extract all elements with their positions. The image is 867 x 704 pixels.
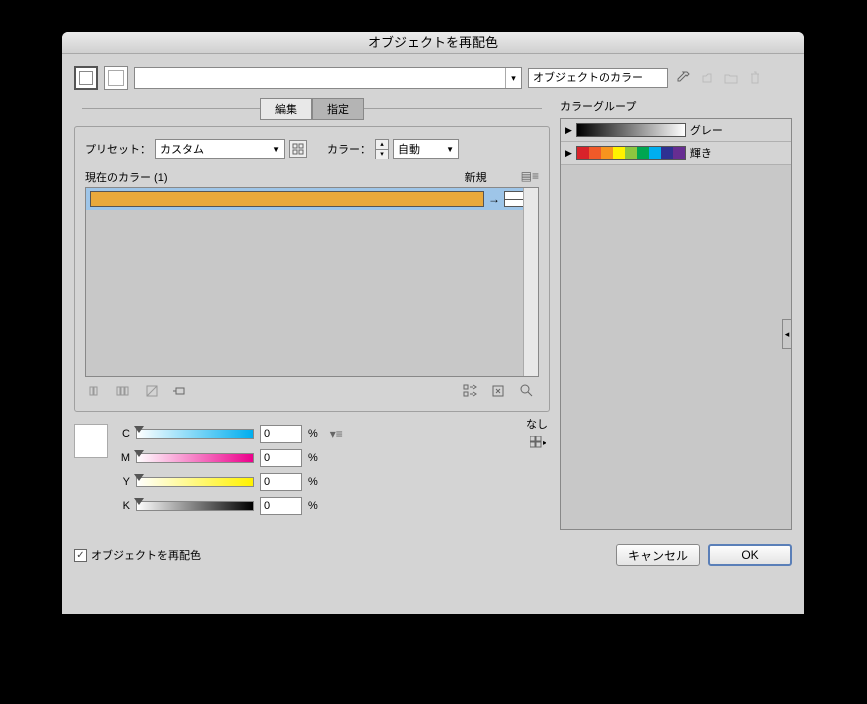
current-color-bar[interactable] (90, 191, 484, 207)
save-group-icon (698, 69, 716, 87)
none-label: なし (510, 416, 550, 432)
chevron-down-icon: ▼ (442, 145, 454, 154)
triangle-icon: ▶ (565, 148, 572, 159)
secondary-swatch[interactable] (104, 66, 128, 90)
colors-label: カラー： (327, 141, 371, 157)
svg-text:▸: ▸ (543, 438, 546, 447)
color-mode-icon[interactable]: ▸ (528, 434, 548, 450)
c-slider[interactable] (136, 429, 254, 439)
color-count-stepper[interactable]: ▴▾ (375, 139, 389, 159)
preset-label: プリセット： (85, 141, 151, 157)
color-count-select[interactable]: 自動▼ (393, 139, 459, 159)
k-label: K (116, 500, 130, 512)
c-label: C (116, 428, 130, 440)
object-colors-label: オブジェクトのカラー (528, 68, 668, 88)
scrollbar[interactable] (523, 188, 538, 376)
exclude-icon[interactable] (143, 383, 163, 399)
recolor-checkbox-label: オブジェクトを再配色 (91, 547, 201, 563)
c-input[interactable] (260, 425, 302, 443)
assign-panel: プリセット： カスタム▼ カラー： ▴▾ 自動▼ (74, 126, 550, 412)
arrow-icon: → (488, 192, 500, 206)
group-name: 輝き (690, 145, 712, 161)
tab-edit[interactable]: 編集 (260, 98, 312, 120)
color-group-row[interactable]: ▶ 輝き (561, 142, 791, 165)
find-color-icon[interactable] (517, 383, 537, 399)
recolor-artwork-dialog: オブジェクトを再配色 ▾ オブジェクトのカラー (62, 32, 804, 614)
current-colors-label: 現在のカラー (1) (85, 169, 168, 185)
new-label: 新規 (465, 169, 487, 185)
color-mapping-list: → (85, 187, 539, 377)
color-group-row[interactable]: ▶ グレー (561, 119, 791, 142)
active-color-swatch[interactable] (74, 66, 98, 90)
chevron-down-icon: ▼ (268, 145, 280, 154)
gray-gradient-swatch (576, 123, 686, 137)
group-name: グレー (690, 122, 723, 138)
chevron-down-icon: ▾ (505, 68, 521, 88)
slider-menu-icon[interactable]: ▾≡ (330, 427, 343, 441)
color-row[interactable]: → (86, 188, 538, 210)
ok-button[interactable]: OK (708, 544, 792, 566)
randomize-sat-icon[interactable] (489, 383, 509, 399)
recolor-checkbox[interactable]: ✓ (74, 549, 87, 562)
preset-select[interactable]: カスタム▼ (155, 139, 285, 159)
rainbow-swatch (576, 146, 686, 160)
m-label: M (116, 452, 130, 464)
cancel-button[interactable]: キャンセル (616, 544, 700, 566)
color-group-dropdown[interactable]: ▾ (134, 67, 522, 89)
collapse-panel-icon[interactable]: ◂ (782, 319, 792, 349)
trash-icon (746, 69, 764, 87)
y-input[interactable] (260, 473, 302, 491)
y-label: Y (116, 476, 130, 488)
new-row-icon[interactable] (171, 383, 191, 399)
m-input[interactable] (260, 449, 302, 467)
merge-icon[interactable] (87, 383, 107, 399)
window-title: オブジェクトを再配色 (62, 32, 804, 54)
eyedropper-icon[interactable] (674, 69, 692, 87)
y-slider[interactable] (136, 477, 254, 487)
k-input[interactable] (260, 497, 302, 515)
tab-assign[interactable]: 指定 (312, 98, 364, 120)
separate-icon[interactable] (115, 383, 135, 399)
color-groups-title: カラーグループ (560, 98, 792, 114)
folder-icon (722, 69, 740, 87)
triangle-icon: ▶ (565, 125, 572, 136)
randomize-order-icon[interactable] (461, 383, 481, 399)
color-preview-swatch (74, 424, 108, 458)
k-slider[interactable] (136, 501, 254, 511)
color-reduction-options-icon[interactable] (289, 140, 307, 158)
list-menu-icon[interactable]: ▤≡ (521, 169, 539, 185)
color-groups-list: ▶ グレー ▶ 輝き ◂ (560, 118, 792, 530)
m-slider[interactable] (136, 453, 254, 463)
